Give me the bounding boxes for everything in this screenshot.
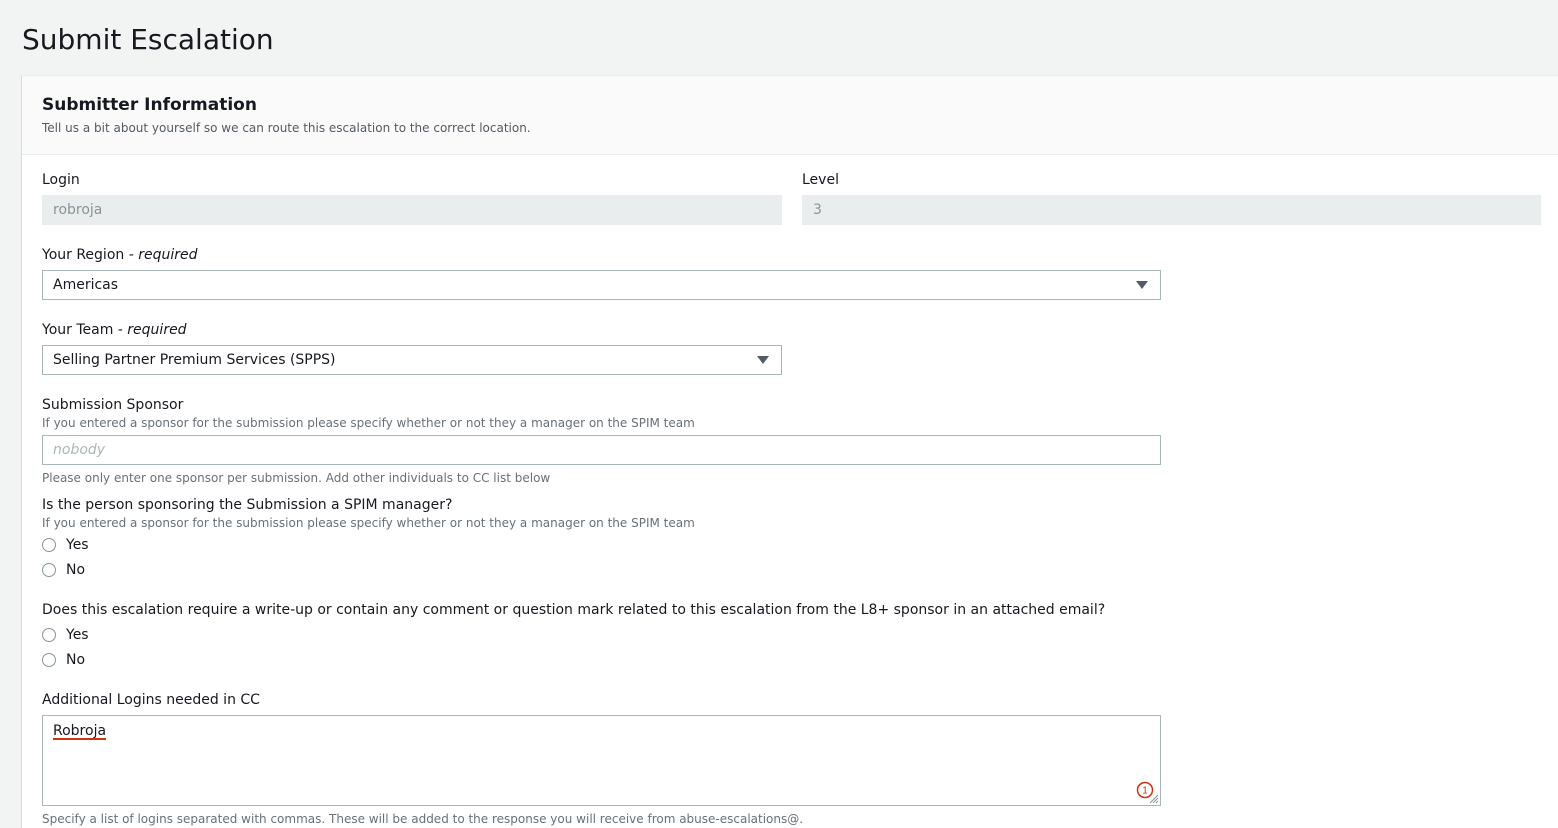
cc-hint: Specify a list of logins separated with … [42, 812, 804, 826]
region-required-marker: - required [124, 247, 198, 263]
panel-header: Submitter Information Tell us a bit abou… [22, 76, 1558, 155]
cc-textarea-value: Robroja [53, 723, 107, 739]
team-required-marker: - required [113, 322, 187, 338]
sponsor-input[interactable]: nobody [42, 435, 1161, 465]
radio-button-icon[interactable] [42, 538, 56, 552]
caret-down-icon [757, 356, 769, 364]
team-label-text: Your Team [42, 322, 114, 338]
grammar-badge-count: 1 [1142, 786, 1148, 797]
submitter-information-panel: Submitter Information Tell us a bit abou… [21, 75, 1558, 828]
radio-button-icon[interactable] [42, 653, 56, 667]
region-select-value: Americas [53, 277, 119, 293]
cc-textarea[interactable]: Robroja 1 [42, 715, 1161, 806]
section-description: Tell us a bit about yourself so we can r… [42, 121, 531, 135]
login-field: robroja [42, 195, 782, 225]
region-select[interactable]: Americas [42, 270, 1161, 300]
radio-label: No [66, 652, 86, 668]
sponsor-label: Submission Sponsor [42, 397, 184, 413]
region-label-text: Your Region [42, 247, 125, 263]
team-label: Your Team - required [42, 320, 187, 340]
radio-button-icon[interactable] [42, 628, 56, 642]
spim-manager-description: If you entered a sponsor for the submiss… [42, 516, 695, 530]
sponsor-description: If you entered a sponsor for the submiss… [42, 416, 695, 430]
radio-label: Yes [66, 537, 89, 553]
team-select-value: Selling Partner Premium Services (SPPS) [53, 352, 336, 368]
team-select[interactable]: Selling Partner Premium Services (SPPS) [42, 345, 782, 375]
region-label: Your Region - required [42, 245, 198, 265]
spim-manager-question: Is the person sponsoring the Submission … [42, 497, 453, 513]
section-title: Submitter Information [42, 95, 257, 115]
resize-handle-icon[interactable] [1149, 794, 1159, 804]
level-label: Level [802, 172, 839, 188]
caret-down-icon [1136, 281, 1148, 289]
login-label: Login [42, 172, 80, 188]
radio-label: Yes [66, 627, 89, 643]
page-title: Submit Escalation [22, 23, 274, 56]
level-field: 3 [802, 195, 1541, 225]
radio-label: No [66, 562, 86, 578]
writeup-question: Does this escalation require a write-up … [42, 602, 1106, 618]
cc-label: Additional Logins needed in CC [42, 692, 260, 708]
radio-button-icon[interactable] [42, 563, 56, 577]
sponsor-hint: Please only enter one sponsor per submis… [42, 471, 551, 485]
page: Submit Escalation Submitter Information … [0, 0, 1558, 828]
